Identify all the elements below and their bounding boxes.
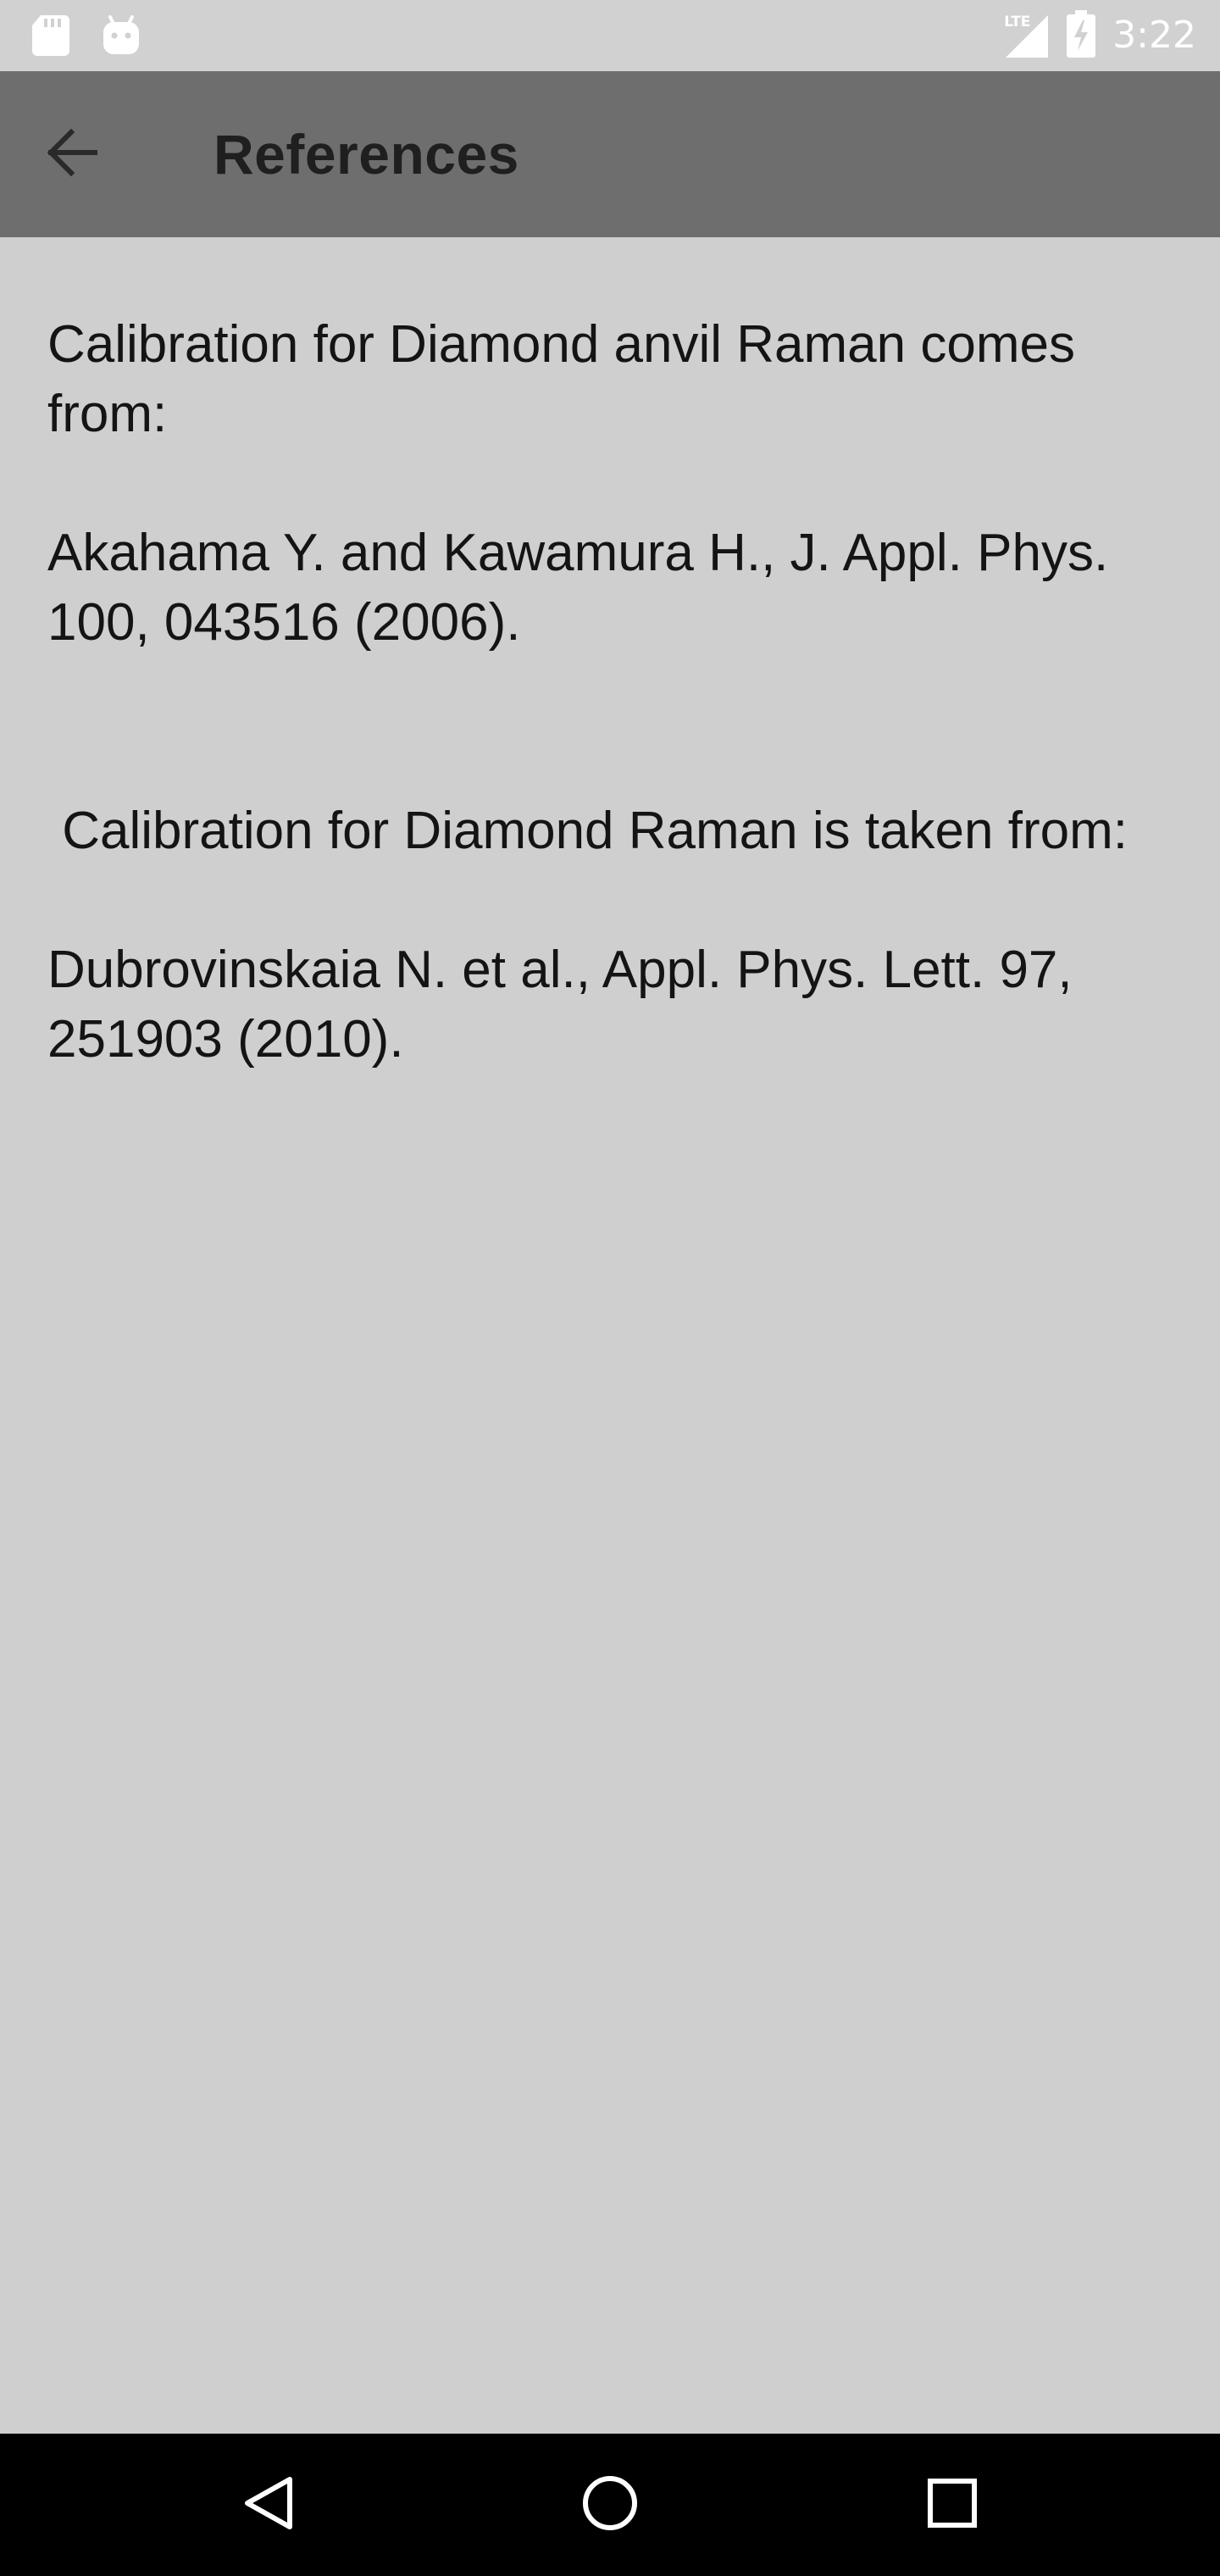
reference-citation-akahama: Akahama Y. and Kawamura H., J. Appl. Phy… [47,524,1123,652]
status-bar: LTE 3:22 [0,0,1220,71]
sd-card-icon [32,15,69,60]
references-screen: LTE 3:22 References Calibration for Diam… [0,0,1220,2576]
arrow-back-icon [46,125,100,184]
page-title: References [214,123,519,186]
reference-citation-dubrovinskaia: Dubrovinskaia N. et al., Appl. Phys. Let… [47,941,1087,1069]
status-right-icons: LTE 3:22 [1002,8,1196,63]
nav-recents-icon [927,2478,978,2533]
app-bar: References [0,71,1220,237]
reference-intro-anvil: Calibration for Diamond anvil Raman come… [47,315,1090,443]
nav-home-icon [581,2474,639,2536]
references-content: Calibration for Diamond anvil Raman come… [47,310,1174,1074]
status-time: 3:22 [1112,14,1196,57]
android-icon [102,15,141,60]
network-label: LTE [1004,14,1031,31]
nav-recents-button[interactable] [910,2462,995,2547]
nav-back-button[interactable] [225,2462,310,2547]
navigation-bar [0,2434,1220,2576]
reference-intro-diamond: Calibration for Diamond Raman is taken f… [47,802,1128,860]
nav-back-icon [241,2474,295,2536]
nav-home-button[interactable] [568,2462,652,2547]
status-left-icons [32,15,141,60]
back-button[interactable] [34,115,112,193]
lte-signal-icon: LTE [1002,12,1050,59]
battery-charging-icon [1067,9,1096,62]
